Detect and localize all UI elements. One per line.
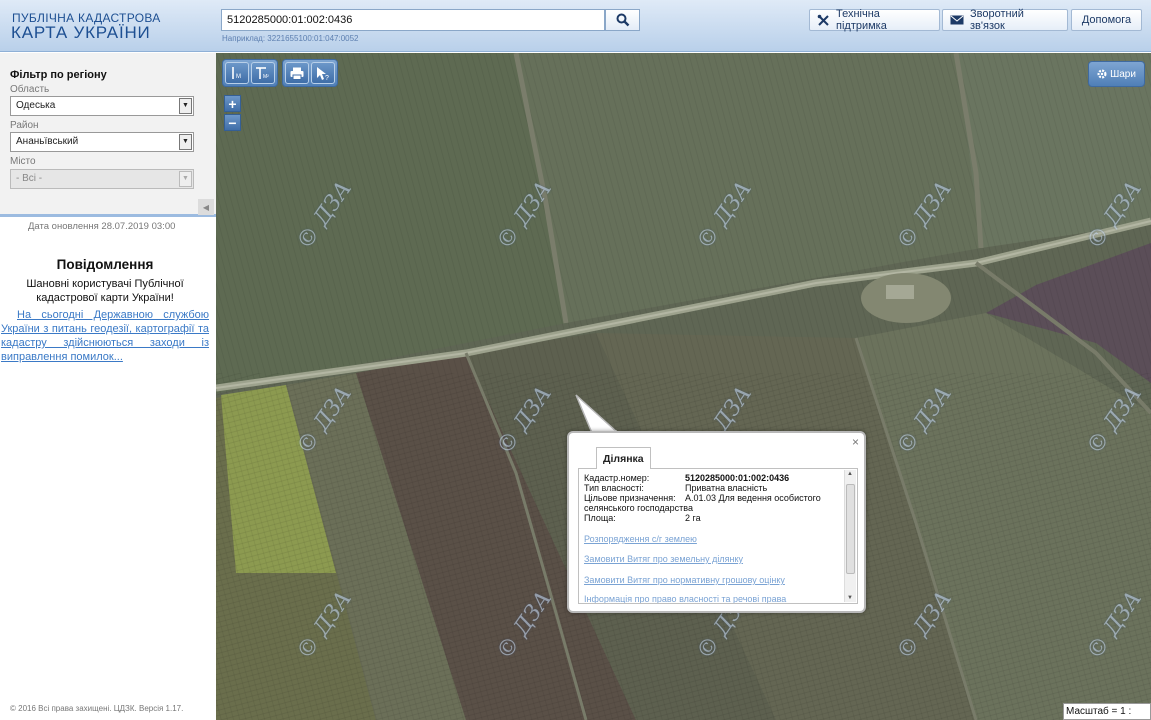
zoom-in-button[interactable]: +	[224, 95, 241, 112]
zoom-out-button[interactable]: −	[224, 114, 241, 131]
search-input[interactable]: 5120285000:01:002:0436	[221, 9, 605, 31]
news-title: Повідомлення	[56, 257, 154, 272]
parcel-popup: × Ділянка Кадастр.номер: 5120285000:01:0…	[567, 431, 866, 613]
news-text: Шановні користувачі Публічної кадастрово…	[26, 278, 184, 304]
land-disposal-link[interactable]: Розпорядження с/г землею	[584, 534, 697, 544]
tab-parcel[interactable]: Ділянка	[596, 447, 651, 469]
svg-text:M: M	[236, 74, 241, 80]
logo-line2[interactable]: КАРТА УКРАЇНИ	[11, 23, 151, 43]
tech-support-button[interactable]: Технічна підтримка	[809, 8, 940, 32]
news-link[interactable]: На сьогодні Державною службою України з …	[1, 308, 209, 364]
scale-readout: Масштаб = 1 : 8531	[1063, 703, 1151, 720]
chevron-down-icon: ▼	[179, 98, 192, 114]
help-label: Допомога	[1081, 14, 1132, 26]
ownership-value: Приватна власність	[685, 483, 768, 493]
copyright: © 2016 Всі права захищені. ЦДЗК. Версія …	[10, 704, 184, 713]
scroll-up-icon[interactable]: ▲	[847, 471, 853, 477]
scroll-thumb[interactable]	[846, 484, 855, 574]
district-select[interactable]: Ананьївський ▼	[10, 132, 194, 152]
order-valuation-link[interactable]: Замовити Витяг про нормативну грошову оц…	[584, 575, 785, 585]
region-filter: Фільтр по регіону Область Одеська ▼ Райо…	[0, 53, 216, 217]
purpose-value-cont: селянського господарства	[584, 503, 693, 513]
printer-icon	[290, 67, 304, 80]
district-value: Ананьївський	[16, 136, 79, 147]
cadastral-value: 5120285000:01:002:0436	[685, 473, 790, 483]
purpose-value: A.01.03 Для ведення особистого	[685, 493, 821, 503]
cadastral-label: Кадастр.номер:	[584, 473, 650, 483]
area-value: 2 га	[685, 513, 701, 523]
measure-distance-button[interactable]: M	[225, 62, 249, 84]
search-icon	[616, 13, 629, 27]
feedback-label: Зворотний зв'язок	[970, 8, 1024, 32]
region-value: Одеська	[16, 100, 56, 111]
envelope-icon	[950, 15, 964, 25]
order-extract-link[interactable]: Замовити Витяг про земельну ділянку	[584, 554, 743, 564]
feedback-button[interactable]: Зворотний зв'язок	[942, 8, 1068, 32]
layers-label: Шари	[1110, 68, 1136, 80]
help-button[interactable]: Допомога	[1071, 9, 1142, 31]
tools-icon	[817, 14, 830, 27]
close-icon[interactable]: ×	[852, 435, 859, 449]
map-canvas[interactable]: M M² ? + − Шари © ДЗА © ДЗА © ДЗА © ДЗА © ДЗ…	[216, 53, 1151, 720]
gear-icon	[1097, 69, 1107, 79]
region-select[interactable]: Одеська ▼	[10, 96, 194, 116]
tech-support-label: Технічна підтримка	[836, 8, 887, 32]
parcel-info: Кадастр.номер: 5120285000:01:002:0436 Ти…	[578, 468, 858, 604]
area-label: Площа:	[584, 513, 616, 523]
print-button[interactable]	[285, 62, 309, 84]
cursor-question-icon: ?	[317, 66, 329, 81]
tools-toolbar: ?	[282, 59, 338, 87]
measure-area-button[interactable]: M²	[251, 62, 275, 84]
search-example: Наприклад: 3221655100:01:047:0052	[222, 34, 359, 43]
city-select: - Всі - ▼	[10, 169, 194, 189]
left-panel: Фільтр по регіону Область Одеська ▼ Райо…	[0, 53, 216, 720]
purpose-label: Цільове призначення:	[584, 493, 676, 503]
scroll-down-icon[interactable]: ▼	[847, 595, 853, 601]
ruler-icon: M	[232, 67, 241, 80]
popup-pointer	[575, 394, 619, 434]
svg-text:?: ?	[325, 75, 329, 81]
ownership-info-link[interactable]: Інформація про право власності та речові…	[584, 594, 786, 603]
layers-button[interactable]: Шари	[1088, 61, 1145, 87]
update-date: Дата оновлення 28.07.2019 03:00	[28, 221, 176, 232]
identify-button[interactable]: ?	[311, 62, 335, 84]
svg-text:M²: M²	[263, 74, 269, 80]
region-label: Область	[10, 84, 50, 95]
popup-scrollbar[interactable]: ▲ ▼	[844, 470, 856, 602]
city-value: - Всі -	[16, 173, 43, 184]
chevron-down-icon: ▼	[179, 171, 192, 187]
header: ПУБЛІЧНА КАДАСТРОВА КАРТА УКРАЇНИ 512028…	[0, 0, 1151, 52]
district-label: Район	[10, 120, 39, 131]
filter-title: Фільтр по регіону	[10, 69, 107, 81]
measure-toolbar: M M²	[222, 59, 278, 87]
area-icon: M²	[256, 67, 269, 80]
search-button[interactable]	[605, 9, 640, 31]
ownership-label: Тип власності:	[584, 483, 644, 493]
satellite-imagery	[216, 53, 1151, 720]
chevron-down-icon: ▼	[179, 134, 192, 150]
collapse-panel-button[interactable]: ◀	[198, 199, 214, 215]
city-label: Місто	[10, 156, 36, 167]
